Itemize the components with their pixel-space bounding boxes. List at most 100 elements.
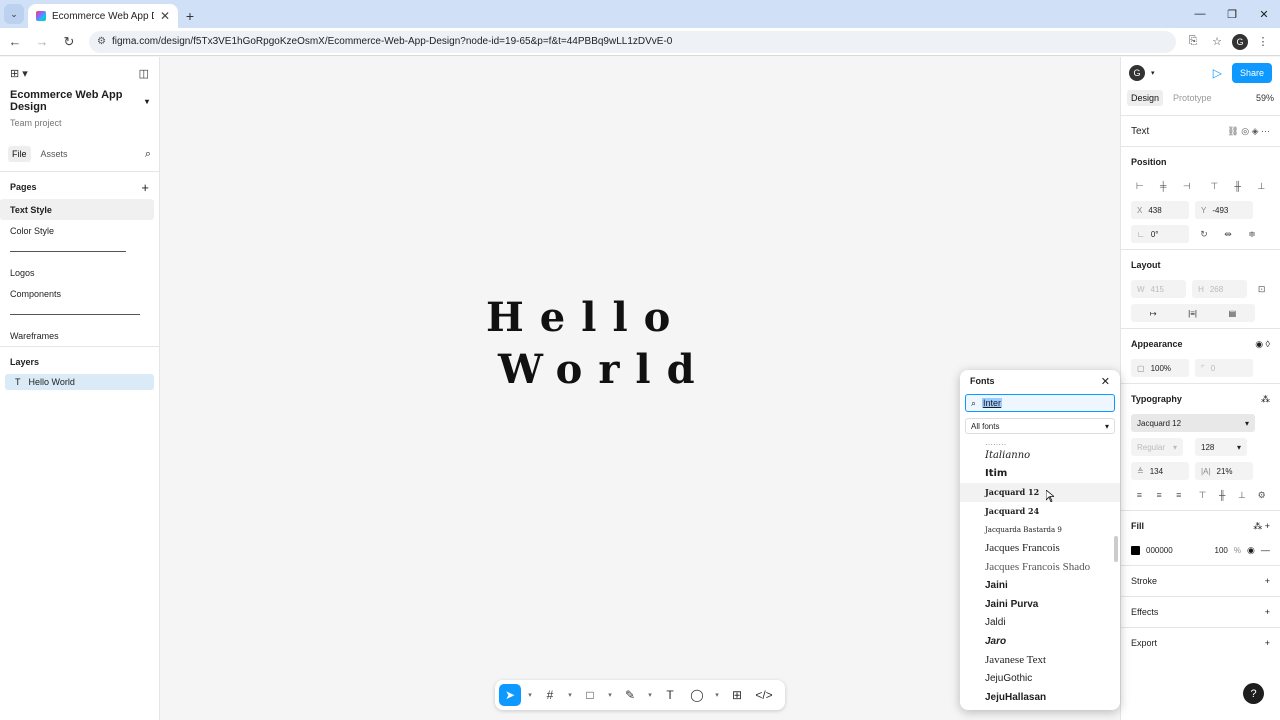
project-title[interactable]: Ecommerce Web App Design ▾ xyxy=(10,89,149,113)
hello-world-text-layer[interactable]: Hello World xyxy=(486,292,711,396)
fixed-size-icon[interactable]: ▤ xyxy=(1229,309,1237,318)
pen-tool-icon[interactable]: ✎ xyxy=(619,684,641,706)
tab-design[interactable]: Design xyxy=(1127,90,1164,106)
align-center-h-icon[interactable]: ╪ xyxy=(1155,177,1173,195)
auto-height-icon[interactable]: |≡| xyxy=(1188,309,1197,318)
install-app-icon[interactable]: ⎘ xyxy=(1184,33,1202,51)
page-item-color-style[interactable]: Color Style xyxy=(0,220,154,241)
help-button[interactable]: ? xyxy=(1243,683,1264,704)
font-family-select[interactable]: Jacquard 12 ▾ xyxy=(1131,414,1255,432)
flip-vertical-icon[interactable]: ≑ xyxy=(1243,225,1261,243)
text-align-left-icon[interactable]: ≡ xyxy=(1131,486,1148,504)
font-item[interactable]: Jacques Francois xyxy=(960,539,1120,558)
resources-icon[interactable]: ⊞ xyxy=(726,684,748,706)
browser-menu-icon[interactable]: ⋮ xyxy=(1254,33,1272,51)
font-list-scrollbar[interactable] xyxy=(1114,536,1118,562)
font-search-input[interactable]: ⌕ Inter xyxy=(965,394,1115,412)
type-settings-icon[interactable]: ⚙ xyxy=(1253,486,1270,504)
text-align-center-icon[interactable]: ≡ xyxy=(1151,486,1168,504)
vertical-align-middle-icon[interactable]: ╫ xyxy=(1214,486,1231,504)
font-item[interactable]: Jacquard 12 xyxy=(960,483,1120,502)
chevron-down-icon[interactable]: ▾ xyxy=(646,684,654,706)
zoom-level[interactable]: 59% xyxy=(1256,93,1274,103)
add-stroke-plus-icon[interactable]: + xyxy=(1265,576,1270,586)
chevron-down-icon[interactable]: ▾ xyxy=(526,684,534,706)
line-height-field[interactable]: ≜ 134 xyxy=(1131,462,1189,480)
add-export-plus-icon[interactable]: + xyxy=(1265,638,1270,648)
bookmark-star-icon[interactable]: ☆ xyxy=(1208,33,1226,51)
align-right-icon[interactable]: ⊣ xyxy=(1178,177,1196,195)
align-top-icon[interactable]: ⊤ xyxy=(1206,177,1224,195)
close-icon[interactable]: ✕ xyxy=(1101,375,1110,388)
height-field[interactable]: H 268 xyxy=(1192,280,1248,298)
page-item-text-style[interactable]: Text Style xyxy=(0,199,154,220)
x-field[interactable]: X 438 xyxy=(1131,201,1189,219)
resize-to-fit-icon[interactable]: ⊡ xyxy=(1253,280,1270,298)
chevron-down-icon[interactable]: ▾ xyxy=(566,684,574,706)
rectangle-tool-icon[interactable]: □ xyxy=(579,684,601,706)
reload-icon[interactable]: ↻ xyxy=(57,30,81,54)
font-filter-select[interactable]: All fonts ▾ xyxy=(965,418,1115,434)
toggle-sidebar-icon[interactable]: ◫ xyxy=(139,67,149,80)
font-item[interactable]: Javanese Text xyxy=(960,651,1120,670)
visibility-eye-icon[interactable]: ◉ ◊ xyxy=(1255,339,1270,350)
font-size-field[interactable]: 128 ▾ xyxy=(1195,438,1247,456)
close-tab-icon[interactable]: ✕ xyxy=(160,9,170,23)
url-field[interactable]: ⚙ figma.com/design/f5Tx3VE1hGoRpgoKzeOsm… xyxy=(89,30,1176,53)
font-item[interactable]: Jaini Purva xyxy=(960,595,1120,614)
align-bottom-icon[interactable]: ⊥ xyxy=(1253,177,1271,195)
text-styles-grid-icon[interactable]: ⁂ xyxy=(1261,394,1270,405)
comment-tool-icon[interactable]: ◯ xyxy=(686,684,708,706)
chevron-down-icon[interactable]: ▾ xyxy=(713,684,721,706)
letter-spacing-field[interactable]: |A| 21% xyxy=(1195,462,1253,480)
page-item-wareframes[interactable]: Wareframes xyxy=(0,325,154,346)
chevron-down-icon[interactable]: ▾ xyxy=(1151,69,1155,77)
text-tool-icon[interactable]: T xyxy=(659,684,681,706)
layer-item-hello-world[interactable]: T Hello World xyxy=(5,374,154,390)
font-item[interactable]: Jaldi xyxy=(960,613,1120,632)
fill-color-field[interactable]: 000000 100 % xyxy=(1131,541,1241,559)
font-item[interactable]: Italianno xyxy=(960,446,1120,465)
share-button[interactable]: Share xyxy=(1231,63,1272,83)
text-resize-modes[interactable]: ↦ |≡| ▤ xyxy=(1131,304,1255,322)
page-item-components[interactable]: Components xyxy=(0,283,154,304)
fill-swatch[interactable] xyxy=(1131,545,1140,555)
vertical-align-top-icon[interactable]: ⊤ xyxy=(1194,486,1211,504)
rotate-icon[interactable]: ↻ xyxy=(1195,225,1213,243)
fill-styles-add-icon[interactable]: ⁂ + xyxy=(1253,521,1270,532)
text-align-right-icon[interactable]: ≡ xyxy=(1170,486,1187,504)
restore-icon[interactable]: ❐ xyxy=(1216,0,1248,28)
fill-visibility-eye-icon[interactable]: ◉ xyxy=(1247,545,1255,556)
forward-arrow-icon[interactable]: → xyxy=(30,30,54,54)
font-item[interactable]: Jacquard 24 xyxy=(960,502,1120,521)
auto-width-icon[interactable]: ↦ xyxy=(1150,309,1157,318)
user-avatar[interactable]: G xyxy=(1129,65,1145,81)
close-window-icon[interactable]: ✕ xyxy=(1248,0,1280,28)
corner-radius-field[interactable]: ⌜ 0 xyxy=(1195,359,1253,377)
new-tab-plus-icon[interactable]: + xyxy=(178,4,202,28)
add-effect-plus-icon[interactable]: + xyxy=(1265,607,1270,617)
flip-horizontal-icon[interactable]: ⇹ xyxy=(1219,225,1237,243)
font-weight-select[interactable]: Regular ▾ xyxy=(1131,438,1183,456)
rotation-field[interactable]: ∟ 0° xyxy=(1131,225,1189,243)
opacity-field[interactable]: ▢ 100% xyxy=(1131,359,1189,377)
minimize-icon[interactable]: — xyxy=(1184,0,1216,28)
profile-avatar[interactable]: G xyxy=(1232,33,1248,50)
chevron-down-icon[interactable]: ▾ xyxy=(606,684,614,706)
site-info-icon[interactable]: ⚙ xyxy=(97,36,106,47)
present-play-icon[interactable]: ▷ xyxy=(1213,66,1222,80)
figma-main-menu-icon[interactable]: ⊞ ▾ xyxy=(10,67,28,80)
move-tool-icon[interactable]: ➤ xyxy=(499,684,521,706)
y-field[interactable]: Y -493 xyxy=(1195,201,1253,219)
tab-prototype[interactable]: Prototype xyxy=(1169,90,1216,106)
align-middle-v-icon[interactable]: ╫ xyxy=(1229,177,1247,195)
font-item[interactable]: Jacques Francois Shado xyxy=(960,558,1120,577)
add-page-plus-icon[interactable]: + xyxy=(141,180,149,195)
remove-fill-icon[interactable]: — xyxy=(1261,545,1270,555)
page-item-logos[interactable]: Logos xyxy=(0,262,154,283)
component-actions-icons[interactable]: ⛓ ◎ ◈ ⋯ xyxy=(1227,126,1270,137)
tab-assets[interactable]: Assets xyxy=(37,146,72,162)
font-item[interactable]: Itim xyxy=(960,465,1120,484)
font-item[interactable]: JejuGothic xyxy=(960,669,1120,688)
width-field[interactable]: W 415 xyxy=(1131,280,1187,298)
